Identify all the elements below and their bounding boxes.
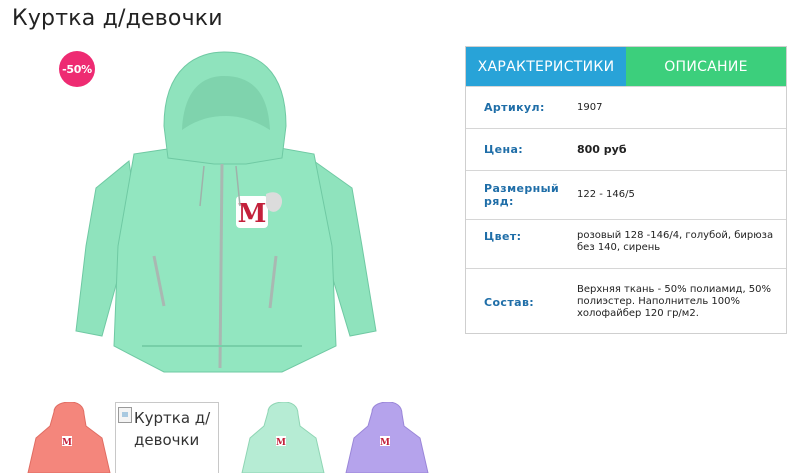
spec-row-composition: Состав: Верхняя ткань - 50% полиамид, 50… [466, 268, 786, 335]
thumbnail-mint[interactable]: M [228, 402, 332, 473]
spec-label-composition: Состав: [484, 295, 535, 309]
thumbnail-broken[interactable]: Куртка д/девочки [115, 402, 219, 473]
spec-label-size: Размерный ряд: [484, 182, 560, 208]
zipper [218, 163, 224, 369]
jacket-illustration: M [75, 51, 377, 373]
tab-characteristics[interactable]: ХАРАКТЕРИСТИКИ [466, 47, 626, 86]
svg-text:M: M [62, 438, 72, 448]
thumbnail-lilac[interactable]: M [332, 402, 436, 473]
jacket-body [113, 141, 337, 373]
thumbnail-alt-text: Куртка д/девочки [134, 409, 211, 449]
jacket-thumb-icon: M [345, 402, 429, 473]
jacket-thumb-icon: M [27, 402, 111, 473]
spec-row-sku: Артикул: 1907 [466, 86, 786, 128]
discount-badge: -50% [59, 51, 95, 87]
spec-panel: ХАРАКТЕРИСТИКИ ОПИСАНИЕ Артикул: 1907 Це… [465, 46, 787, 334]
page-title: Куртка д/девочки [12, 6, 223, 31]
spec-value-color: розовый 128 -146/4, голубой, бирюза без … [577, 230, 774, 253]
spec-label-price: Цена: [484, 143, 524, 156]
thumbnail-strip: M Куртка д/девочки M M [14, 402, 446, 473]
spec-row-color: Цвет: розовый 128 -146/4, голубой, бирюз… [466, 219, 786, 268]
product-main-image[interactable]: M [14, 46, 446, 384]
jacket-thumb-icon: M [241, 402, 325, 473]
spec-row-size: Размерный ряд: 122 - 146/5 [466, 170, 786, 219]
spec-label-color: Цвет: [484, 230, 522, 243]
svg-text:M: M [276, 438, 286, 448]
spec-value-size: 122 - 146/5 [577, 189, 635, 200]
spec-value-price: 800 руб [577, 142, 627, 156]
thumbnail-coral[interactable]: M [14, 402, 118, 473]
spec-value-sku: 1907 [577, 101, 603, 113]
spec-value-composition: Верхняя ткань - 50% полиамид, 50% полиэс… [577, 284, 772, 319]
spec-label-sku: Артикул: [484, 101, 545, 114]
letter-m-patch: M [238, 199, 267, 229]
spec-row-price: Цена: 800 руб [466, 128, 786, 170]
tab-description[interactable]: ОПИСАНИЕ [626, 47, 786, 86]
tab-bar: ХАРАКТЕРИСТИКИ ОПИСАНИЕ [466, 47, 786, 86]
broken-image-icon [118, 407, 132, 423]
svg-text:M: M [380, 438, 390, 448]
